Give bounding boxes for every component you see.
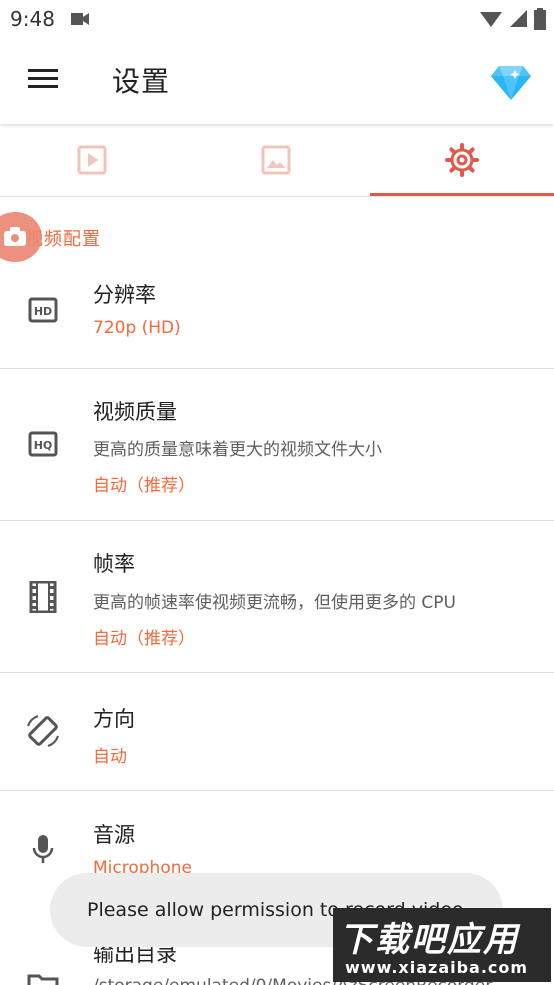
setting-title: 音源 <box>93 823 135 847</box>
setting-frame-rate[interactable]: 帧率 更高的帧速率使视频更流畅，但使用更多的 CPU 自动（推荐） <box>0 520 554 673</box>
setting-orientation[interactable]: 方向 自动 <box>0 672 554 791</box>
setting-title: 帧率 <box>93 552 135 576</box>
video-camera-icon <box>71 13 89 25</box>
floating-record-button[interactable] <box>0 212 42 262</box>
camera-toolbox-icon <box>4 227 26 246</box>
svg-text:HQ: HQ <box>34 439 53 452</box>
svg-text:HD: HD <box>34 305 52 318</box>
tab-image[interactable] <box>184 124 368 196</box>
status-bar: 9:48 <box>0 0 554 38</box>
app-bar: 设置 <box>0 38 554 124</box>
folder-icon <box>27 974 59 985</box>
hd-icon: HD <box>28 297 58 323</box>
setting-subtitle: 更高的帧速率使视频更流畅，但使用更多的 CPU <box>93 593 456 613</box>
hamburger-menu-icon[interactable] <box>26 64 60 98</box>
tab-video[interactable] <box>0 124 184 196</box>
video-play-icon <box>77 145 107 175</box>
setting-video-quality[interactable]: HQ 视频质量 更高的质量意味着更大的视频文件大小 自动（推荐） <box>0 368 554 521</box>
page-title: 设置 <box>112 65 171 98</box>
tab-indicator <box>370 193 554 196</box>
film-strip-icon <box>29 581 57 613</box>
screen-rotation-icon <box>27 715 59 747</box>
wifi-icon <box>480 12 502 27</box>
status-time: 9:48 <box>10 7 55 31</box>
setting-value: 自动（推荐） <box>93 629 195 649</box>
watermark-logo: 下载吧应用 www.xiazaiba.com <box>333 908 551 982</box>
battery-icon <box>534 8 546 30</box>
setting-value: 720p (HD) <box>93 318 181 338</box>
watermark-url: www.xiazaiba.com <box>345 958 529 977</box>
tab-bar <box>0 124 554 197</box>
microphone-icon <box>32 835 54 863</box>
setting-title: 方向 <box>93 707 135 731</box>
signal-icon <box>510 10 527 27</box>
setting-title: 视频质量 <box>93 400 177 424</box>
diamond-premium-icon[interactable] <box>489 60 533 104</box>
image-icon <box>261 145 291 175</box>
setting-title: 分辨率 <box>93 283 156 307</box>
setting-value: 自动（推荐） <box>93 476 195 496</box>
hq-icon: HQ <box>28 431 58 457</box>
setting-resolution[interactable]: HD 分辨率 720p (HD) <box>0 262 554 369</box>
setting-subtitle: 更高的质量意味着更大的视频文件大小 <box>93 440 382 460</box>
setting-value: 自动 <box>93 747 127 767</box>
watermark-text: 下载吧应用 <box>339 920 519 960</box>
gear-icon <box>445 143 479 177</box>
tab-settings[interactable] <box>370 124 554 196</box>
